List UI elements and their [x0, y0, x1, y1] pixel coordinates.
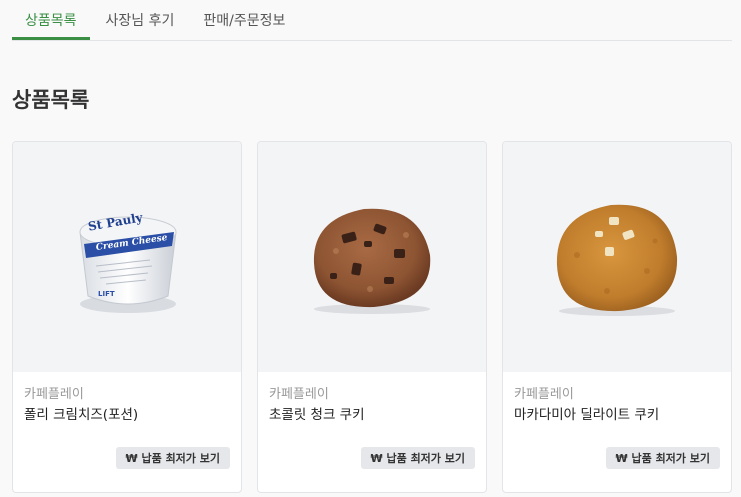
product-card[interactable]: 카페플레이 마카다미아 딜라이트 쿠키 ₩ 납품 최저가 보기: [502, 141, 732, 493]
product-brand: 카페플레이: [269, 387, 329, 402]
tab-bar: 상품목록 사장님 후기 판매/주문정보: [12, 0, 732, 41]
page-title: 상품목록: [12, 88, 90, 112]
product-brand: 카페플레이: [24, 387, 84, 402]
view-lowest-price-button[interactable]: ₩ 납품 최저가 보기: [360, 447, 475, 469]
view-lowest-price-button[interactable]: ₩ 납품 최저가 보기: [115, 447, 230, 469]
product-image: [503, 142, 731, 372]
product-name[interactable]: 마카다미아 딜라이트 쿠키: [514, 403, 659, 423]
product-card[interactable]: Cream Cheese St Pauly LIFT 카페플레이 폴리 크림치즈…: [12, 141, 242, 493]
cream-cheese-cup-image: Cream Cheese St Pauly LIFT: [79, 210, 177, 313]
product-image: [258, 142, 486, 372]
product-brand: 카페플레이: [514, 387, 574, 402]
product-card[interactable]: 카페플레이 초콜릿 청크 쿠키 ₩ 납품 최저가 보기: [257, 141, 487, 493]
product-grid: Cream Cheese St Pauly LIFT 카페플레이 폴리 크림치즈…: [12, 141, 732, 493]
product-name[interactable]: 폴리 크림치즈(포션): [24, 403, 138, 423]
package-badge: LIFT: [98, 290, 115, 298]
chocolate-chunk-cookie-image: [313, 208, 431, 314]
macadamia-cookie-image: [556, 204, 678, 316]
view-lowest-price-button[interactable]: ₩ 납품 최저가 보기: [605, 447, 720, 469]
tab-sales-order-info[interactable]: 판매/주문정보: [190, 0, 298, 40]
product-name[interactable]: 초콜릿 청크 쿠키: [269, 403, 365, 423]
product-image: Cream Cheese St Pauly LIFT: [13, 142, 241, 372]
tab-owner-reviews[interactable]: 사장님 후기: [93, 0, 188, 40]
tab-product-list[interactable]: 상품목록: [12, 0, 90, 40]
